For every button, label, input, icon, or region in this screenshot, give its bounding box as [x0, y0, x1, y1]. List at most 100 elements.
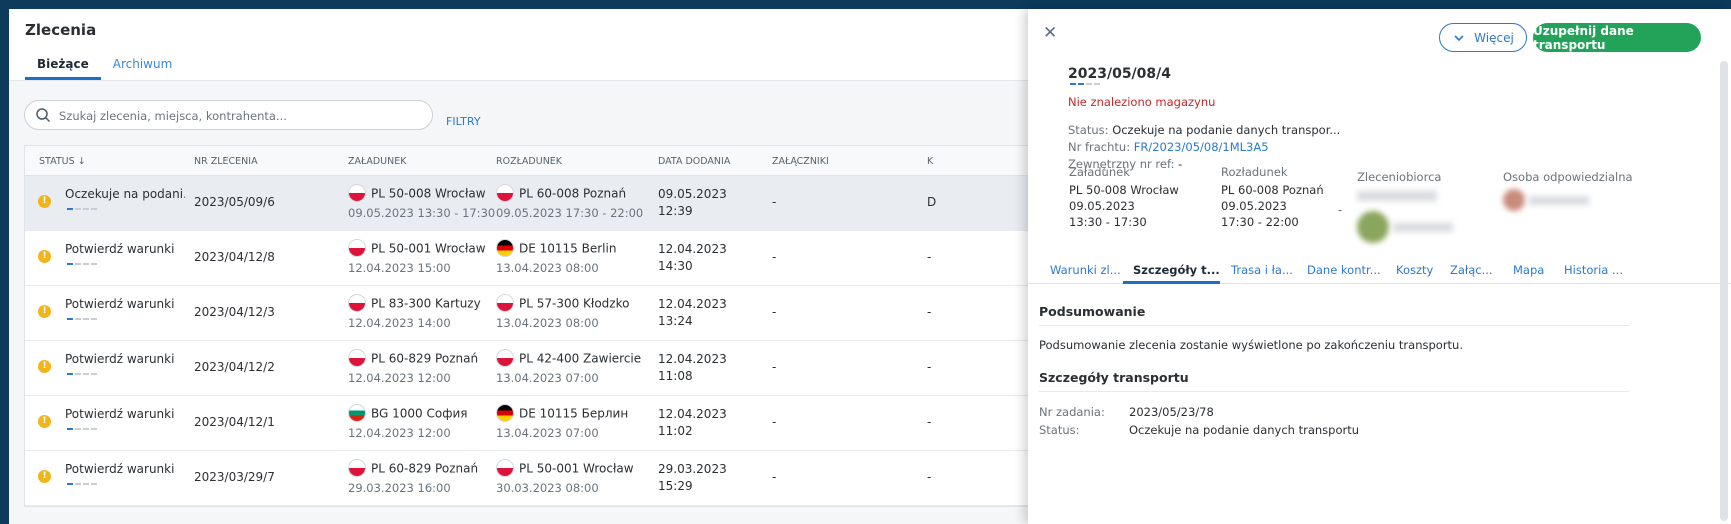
- tab-archive[interactable]: Archiwum: [101, 57, 185, 80]
- tab-current[interactable]: Bieżące: [25, 57, 101, 80]
- details-title: Szczegóły transportu: [1039, 370, 1189, 385]
- row-time-added: 11:02: [658, 424, 693, 438]
- header-k[interactable]: K: [927, 156, 933, 167]
- row-attachments: -: [772, 360, 777, 374]
- progress-dots: [1070, 83, 1100, 85]
- search-icon: [36, 108, 51, 123]
- table-row[interactable]: ! Potwierdź warunki 2023/04/12/8 PL 50-001 …: [25, 231, 1048, 286]
- row-k: -: [927, 415, 932, 429]
- more-button[interactable]: Więcej: [1439, 23, 1527, 52]
- panel-scrollbar[interactable]: [1720, 61, 1728, 521]
- warning-icon: !: [38, 360, 51, 373]
- row-status: Potwierdź warunki: [65, 462, 175, 476]
- tab-costs[interactable]: Koszty: [1396, 263, 1433, 277]
- row-k: -: [927, 470, 932, 484]
- task-label: Nr zadania:: [1039, 405, 1105, 419]
- filters-button[interactable]: FILTRY: [446, 115, 481, 128]
- row-unloading: PL 60-008 Poznań: [496, 184, 626, 203]
- row-attachments: -: [772, 250, 777, 264]
- table-row[interactable]: ! Potwierdź warunki 2023/04/12/3 PL 83-300 …: [25, 286, 1048, 341]
- flag-icon: [496, 184, 514, 202]
- detail-status-value: Oczekuje na podanie danych transportu: [1129, 423, 1360, 437]
- row-loading-date: 29.03.2023 16:00: [348, 481, 451, 495]
- row-status: Potwierdź warunki: [65, 242, 175, 256]
- tab-map[interactable]: Mapa: [1513, 263, 1544, 277]
- table-row[interactable]: ! Potwierdź warunki 2023/04/12/1 BG 1000 Со…: [25, 396, 1048, 451]
- table-row[interactable]: ! Potwierdź warunki 2023/03/29/7 PL 60-829 …: [25, 451, 1048, 506]
- search-input[interactable]: [59, 106, 419, 126]
- warning-icon: !: [38, 305, 51, 318]
- row-order-no: 2023/04/12/2: [194, 360, 275, 374]
- row-time-added: 13:24: [658, 314, 693, 328]
- header-status[interactable]: STATUS ↓: [39, 156, 86, 167]
- row-attachments: -: [772, 415, 777, 429]
- page-header: Zlecenia Bieżące Archiwum: [9, 9, 1049, 81]
- row-unloading: DE 10115 Berlin: [496, 239, 616, 258]
- row-loading: PL 83-300 Kartuzy: [348, 294, 481, 313]
- warning-icon: !: [38, 470, 51, 483]
- order-detail-panel: ✕ Więcej Uzupełnij dane transportu 2023/…: [1028, 9, 1731, 524]
- flag-icon: [496, 459, 514, 477]
- flag-icon: [496, 239, 514, 257]
- tab-contractor-data[interactable]: Dane kontr...: [1307, 263, 1381, 277]
- row-status: Potwierdź warunki: [65, 297, 175, 311]
- tab-conditions[interactable]: Warunki zl...: [1050, 263, 1121, 277]
- row-order-no: 2023/05/09/6: [194, 195, 275, 209]
- row-unloading-date: 13.04.2023 07:00: [496, 371, 599, 385]
- table-body: ! Oczekuje na podani... 2023/05/09/6 PL 50-…: [25, 176, 1048, 506]
- search-box[interactable]: [24, 100, 433, 130]
- divider: [1039, 391, 1629, 392]
- row-loading-date: 12.04.2023 12:00: [348, 426, 451, 440]
- row-order-no: 2023/04/12/1: [194, 415, 275, 429]
- panel-status-value: Oczekuje na podanie danych transpor...: [1112, 123, 1341, 137]
- row-loading: PL 60-829 Poznań: [348, 349, 478, 368]
- orders-table: STATUS ↓ NR ZLECENIA ZAŁADUNEK ROZŁADUNE…: [24, 145, 1049, 507]
- chevron-down-icon: [1454, 34, 1464, 41]
- tab-transport-details[interactable]: Szczegóły t...: [1133, 263, 1220, 277]
- task-value: 2023/05/23/78: [1129, 405, 1214, 419]
- row-loading: PL 60-829 Poznań: [348, 459, 478, 478]
- panel-content: Podsumowanie Podsumowanie zlecenia zosta…: [1028, 285, 1731, 524]
- table-header: STATUS ↓ NR ZLECENIA ZAŁADUNEK ROZŁADUNE…: [25, 146, 1048, 176]
- row-unloading-date: 13.04.2023 08:00: [496, 261, 599, 275]
- close-icon[interactable]: ✕: [1043, 23, 1057, 43]
- row-loading: PL 50-008 Wrocław: [348, 184, 486, 203]
- freight-link[interactable]: FR/2023/05/08/1ML3A5: [1134, 140, 1269, 154]
- header-order-no[interactable]: NR ZLECENIA: [194, 156, 258, 167]
- row-time-added: 11:08: [658, 369, 693, 383]
- row-loading: PL 50-001 Wrocław: [348, 239, 486, 258]
- arrow-down-icon: ↓: [77, 156, 86, 167]
- page-title: Zlecenia: [25, 21, 97, 39]
- active-tab-indicator: [1123, 281, 1220, 284]
- row-order-no: 2023/04/12/8: [194, 250, 275, 264]
- header-loading[interactable]: ZAŁADUNEK: [348, 156, 406, 167]
- table-row[interactable]: ! Potwierdź warunki 2023/04/12/2 PL 60-829 …: [25, 341, 1048, 396]
- header-date-added[interactable]: DATA DODANIA: [658, 156, 730, 167]
- flag-icon: [348, 459, 366, 477]
- fill-transport-button[interactable]: Uzupełnij dane transportu: [1533, 23, 1701, 52]
- orders-main: Zlecenia Bieżące Archiwum FILTRY STATUS …: [9, 9, 1049, 524]
- row-time-added: 14:30: [658, 259, 693, 273]
- warning-icon: !: [38, 415, 51, 428]
- row-attachments: -: [772, 195, 777, 209]
- tab-route[interactable]: Trasa i ła...: [1231, 263, 1293, 277]
- tab-attachments[interactable]: Załąc...: [1450, 263, 1493, 277]
- panel-order-number: 2023/05/08/4: [1068, 66, 1172, 82]
- row-unloading: PL 42-400 Zawiercie: [496, 349, 641, 368]
- progress-dots: [67, 373, 97, 375]
- table-row[interactable]: ! Oczekuje na podani... 2023/05/09/6 PL 50-…: [25, 176, 1048, 231]
- row-attachments: -: [772, 305, 777, 319]
- flag-icon: [348, 349, 366, 367]
- warning-icon: !: [38, 250, 51, 263]
- header-attachments[interactable]: ZAŁĄCZNIKI: [772, 156, 829, 167]
- row-unloading: PL 50-001 Wrocław: [496, 459, 634, 478]
- panel-contractor: Zleceniobiorca: [1357, 169, 1453, 243]
- avatar: [1503, 189, 1525, 211]
- panel-freight: Nr frachtu: FR/2023/05/08/1ML3A5: [1068, 140, 1269, 154]
- summary-text: Podsumowanie zlecenia zostanie wyświetlo…: [1039, 338, 1464, 352]
- row-time-added: 15:29: [658, 479, 693, 493]
- row-date-added: 12.04.2023: [658, 297, 727, 311]
- header-unloading[interactable]: ROZŁADUNEK: [496, 156, 562, 167]
- row-loading: BG 1000 София: [348, 404, 468, 423]
- tab-history[interactable]: Historia ...: [1564, 263, 1623, 277]
